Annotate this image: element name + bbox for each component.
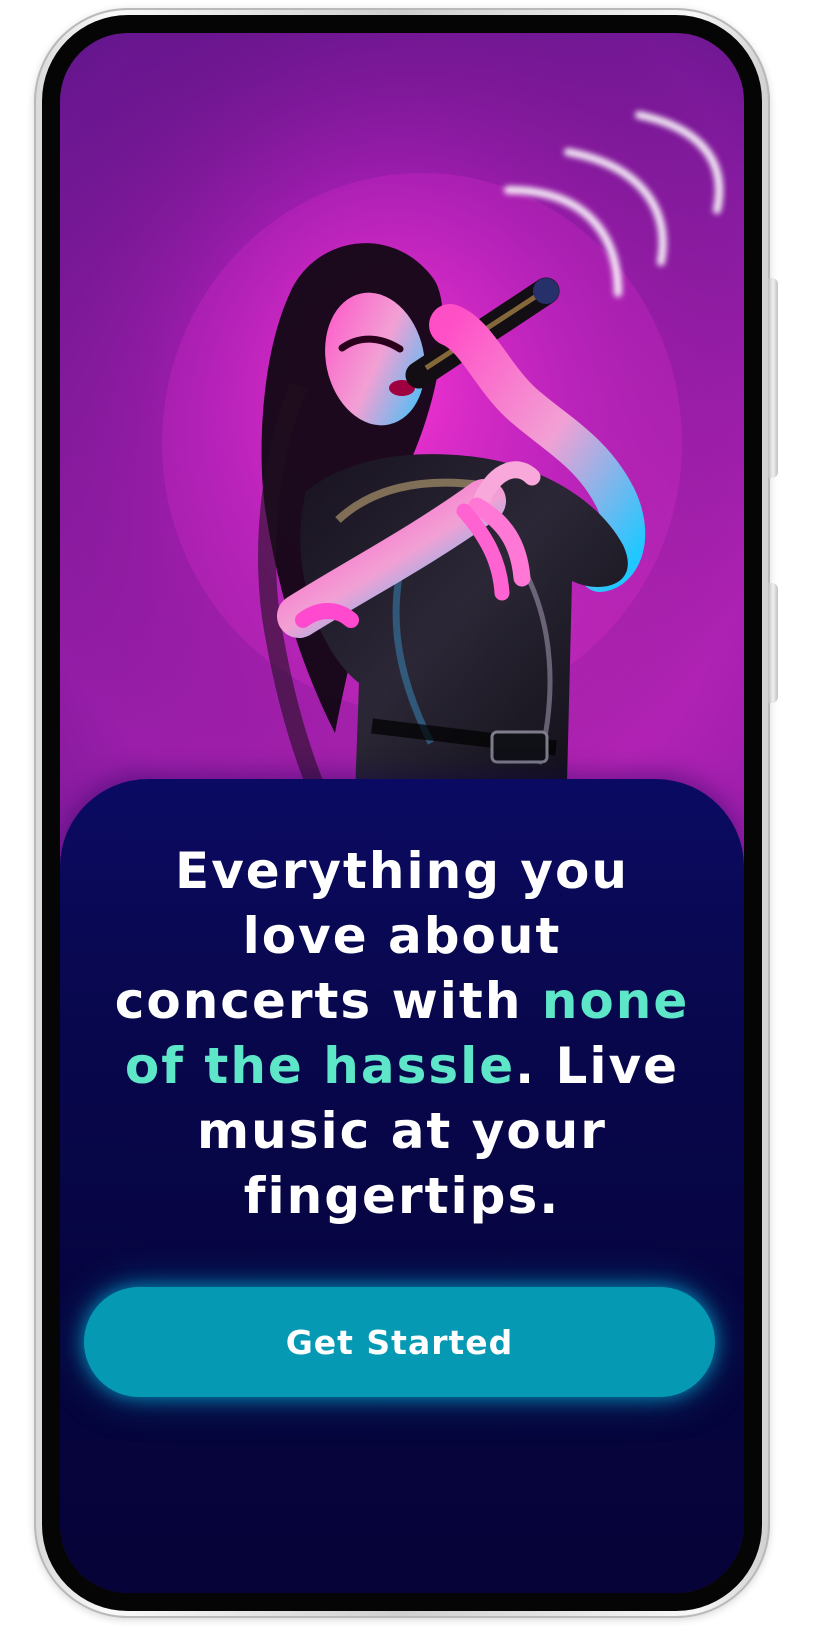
onboarding-content-panel: Everything you love about concerts with … <box>60 779 744 1593</box>
onboarding-headline: Everything you love about concerts with … <box>110 839 694 1229</box>
side-button-lower <box>768 583 778 703</box>
onboarding-screen: Everything you love about concerts with … <box>60 33 744 1593</box>
phone-frame: Everything you love about concerts with … <box>34 8 778 1618</box>
singer-illustration <box>60 33 744 823</box>
side-button-upper <box>768 278 778 478</box>
get-started-button[interactable]: Get Started <box>84 1287 715 1397</box>
phone-bezel: Everything you love about concerts with … <box>42 15 762 1611</box>
